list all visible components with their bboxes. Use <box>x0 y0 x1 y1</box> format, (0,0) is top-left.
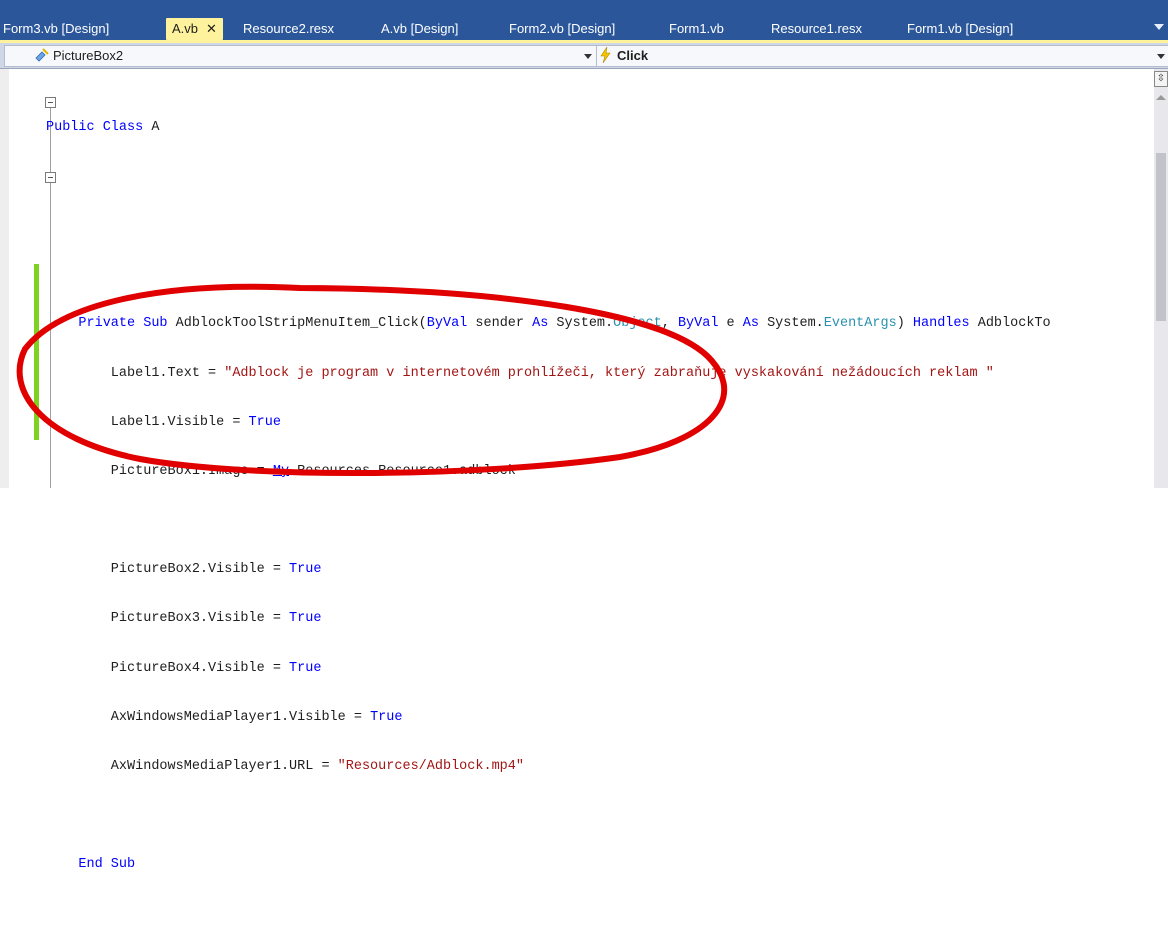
tab-a-vb[interactable]: A.vb ✕ <box>166 18 223 40</box>
object-dropdown[interactable]: PictureBox2 <box>4 45 597 67</box>
vertical-scrollbar[interactable]: ⇳ <box>1154 69 1168 488</box>
code-line-picturebox3-visible: PictureBox3.Visible = True <box>46 611 322 627</box>
code-line-class: Public Class A <box>46 116 1051 141</box>
chevron-down-icon[interactable] <box>584 54 592 59</box>
code-text: Public Class A Private Sub AdblockToolSt… <box>46 91 1051 927</box>
code-line-player-visible: AxWindowsMediaPlayer1.Visible = True <box>46 709 403 725</box>
tab-label: A.vb <box>172 21 199 36</box>
code-line-picturebox1-image: PictureBox1.Image = My.Resources.Resourc… <box>46 463 516 479</box>
tab-form3-design[interactable]: Form3.vb [Design] <box>3 18 109 40</box>
object-dropdown-label: PictureBox2 <box>53 48 124 63</box>
code-line-sub-declaration: Private Sub AdblockToolStripMenuItem_Cli… <box>78 316 1051 332</box>
event-dropdown[interactable]: Click <box>596 45 1168 67</box>
code-editor[interactable]: Public Class A Private Sub AdblockToolSt… <box>0 69 1154 872</box>
code-line-label-text: Label1.Text = "Adblock je program v inte… <box>46 365 994 381</box>
code-line-player-url: AxWindowsMediaPlayer1.URL = "Resources/A… <box>46 759 524 775</box>
chevron-down-icon[interactable] <box>1157 54 1165 59</box>
tab-a-design[interactable]: A.vb [Design] <box>381 18 458 40</box>
change-marker-saved <box>34 264 39 440</box>
navigation-bar: PictureBox2 Click <box>0 43 1168 69</box>
editor-margin <box>0 69 9 488</box>
code-line-label-visible: Label1.Visible = True <box>46 414 281 430</box>
scroll-up-arrow-icon[interactable] <box>1156 95 1166 100</box>
tab-overflow-chevron-icon[interactable] <box>1154 24 1164 30</box>
tab-resource1-resx[interactable]: Resource1.resx <box>771 18 862 40</box>
tab-form1-design[interactable]: Form1.vb [Design] <box>907 18 1013 40</box>
code-line-picturebox2-visible: PictureBox2.Visible = True <box>46 562 322 578</box>
class-name: A <box>151 119 160 135</box>
event-dropdown-label: Click <box>617 48 649 63</box>
tab-form1-vb[interactable]: Form1.vb <box>669 18 724 40</box>
code-line-picturebox4-visible: PictureBox4.Visible = True <box>46 660 322 676</box>
control-object-icon <box>35 48 49 62</box>
document-tab-strip: Form3.vb [Design] A.vb ✕ Resource2.resx A… <box>0 0 1168 40</box>
scrollbar-thumb[interactable] <box>1156 153 1166 321</box>
code-line-end-sub: End Sub <box>78 857 136 873</box>
keyword: Public Class <box>46 119 144 135</box>
tab-form2-design[interactable]: Form2.vb [Design] <box>509 18 615 40</box>
event-lightning-icon <box>600 46 611 64</box>
tab-resource2-resx[interactable]: Resource2.resx <box>243 18 334 40</box>
close-icon[interactable]: ✕ <box>206 21 217 36</box>
split-editor-icon[interactable]: ⇳ <box>1154 71 1168 87</box>
